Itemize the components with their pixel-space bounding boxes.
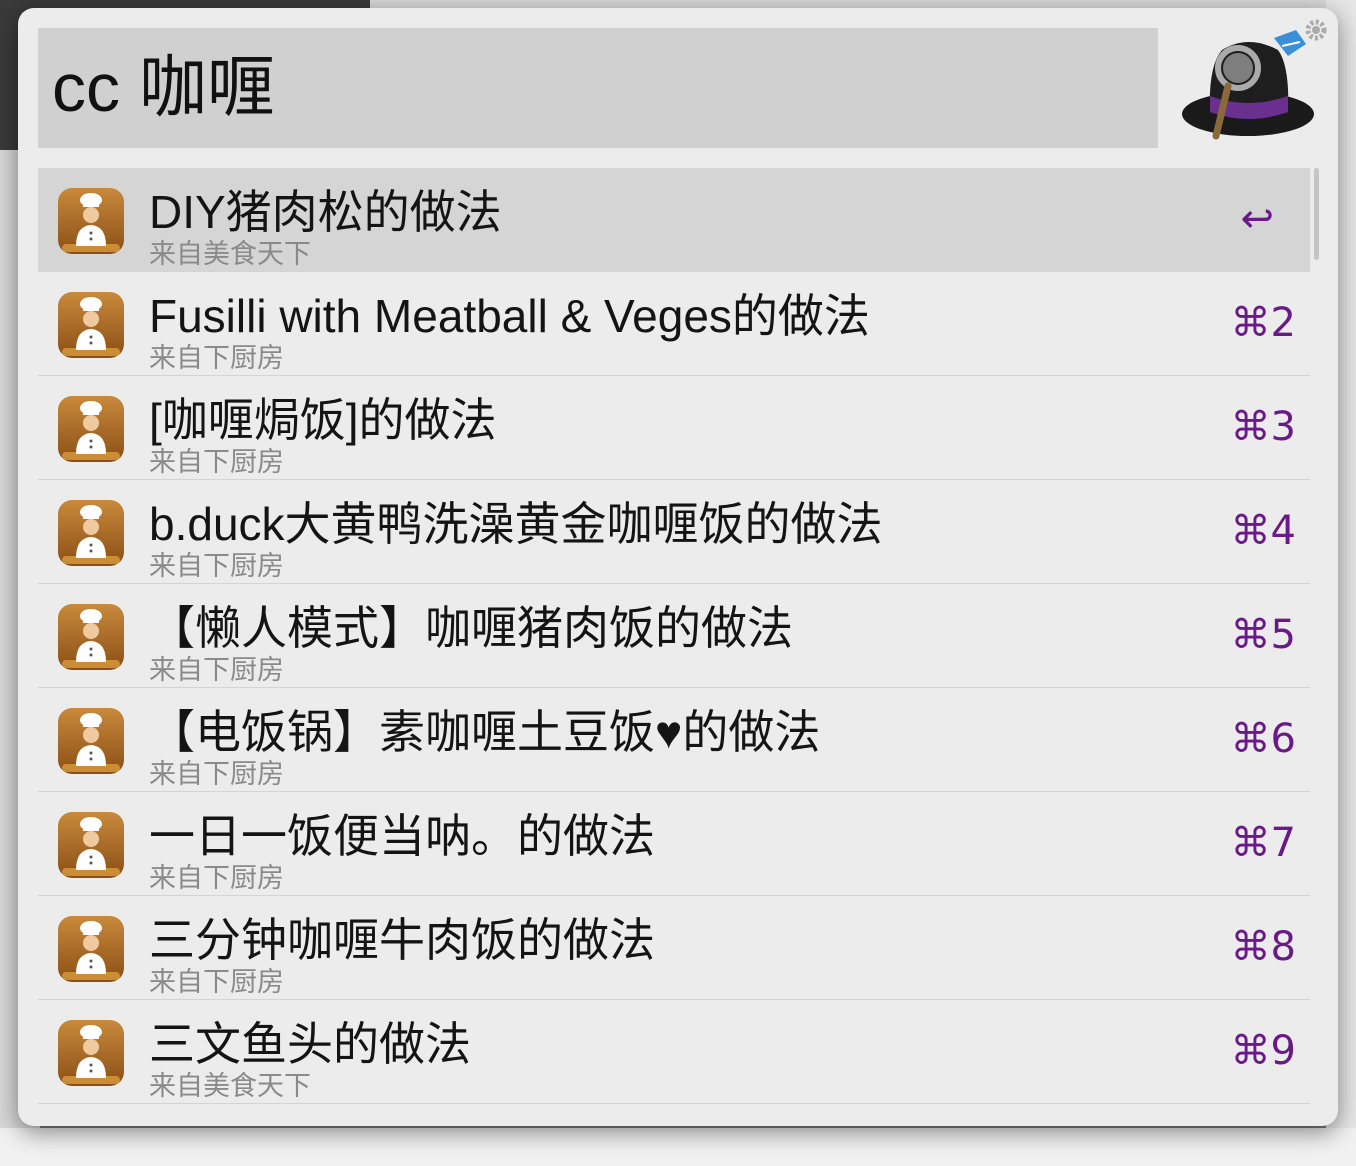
result-subtitle: 来自下厨房 — [149, 759, 284, 789]
result-shortcut: ⌘9 — [1230, 1028, 1296, 1074]
chef-icon — [56, 498, 126, 568]
result-subtitle: 来自下厨房 — [149, 343, 284, 373]
result-shortcut: ⌘8 — [1230, 924, 1296, 970]
result-row[interactable]: 【懒人模式】咖喱猪肉饭的做法 来自下厨房 ⌘5 — [38, 584, 1310, 688]
alfred-hat-icon — [1182, 30, 1314, 140]
result-row[interactable]: [咖喱焗饭]的做法 来自下厨房 ⌘3 — [38, 376, 1310, 480]
result-subtitle: 来自下厨房 — [149, 655, 284, 685]
result-shortcut: ⌘2 — [1230, 300, 1296, 346]
search-box[interactable] — [38, 28, 1158, 148]
search-input[interactable] — [52, 28, 1142, 148]
result-subtitle: 来自下厨房 — [149, 551, 284, 581]
result-shortcut: ⌘7 — [1230, 820, 1296, 866]
chef-icon — [56, 186, 126, 256]
result-row[interactable]: 【电饭锅】素咖喱土豆饭♥的做法 来自下厨房 ⌘6 — [38, 688, 1310, 792]
gear-icon[interactable] — [1304, 18, 1328, 42]
results-scrollbar[interactable] — [1314, 168, 1319, 260]
result-row[interactable]: 一日一饭便当呐。的做法 来自下厨房 ⌘7 — [38, 792, 1310, 896]
result-subtitle: 来自美食天下 — [149, 239, 311, 269]
result-subtitle: 来自下厨房 — [149, 967, 284, 997]
chef-icon — [56, 914, 126, 984]
results-list: DIY猪肉松的做法 来自美食天下 ↩ Fusilli with Meatball &… — [38, 168, 1310, 1104]
chef-icon — [56, 1018, 126, 1088]
chef-icon — [56, 706, 126, 776]
result-row[interactable]: 三文鱼头的做法 来自美食天下 ⌘9 — [38, 1000, 1310, 1104]
result-shortcut: ⌘4 — [1230, 508, 1296, 554]
chef-icon — [56, 810, 126, 880]
chef-icon — [56, 290, 126, 360]
result-subtitle: 来自下厨房 — [149, 863, 284, 893]
result-subtitle: 来自美食天下 — [149, 1071, 311, 1101]
chef-icon — [56, 602, 126, 672]
result-row[interactable]: Fusilli with Meatball & Veges的做法 来自下厨房 ⌘2 — [38, 272, 1310, 376]
result-row[interactable]: 三分钟咖喱牛肉饭的做法 来自下厨房 ⌘8 — [38, 896, 1310, 1000]
result-row[interactable]: DIY猪肉松的做法 来自美食天下 ↩ — [38, 168, 1310, 272]
chef-icon — [56, 394, 126, 464]
alfred-window: DIY猪肉松的做法来自美食天下↩ Fusilli with Meatball &… — [18, 8, 1338, 1126]
result-shortcut: ⌘5 — [1230, 612, 1296, 658]
result-row[interactable]: b.duck大黄鸭洗澡黄金咖喱饭的做法 来自下厨房 ⌘4 — [38, 480, 1310, 584]
background-window-bottom — [0, 1128, 1356, 1166]
enter-shortcut-icon: ↩ — [1240, 196, 1274, 242]
result-shortcut: ⌘6 — [1230, 716, 1296, 762]
result-subtitle: 来自下厨房 — [149, 447, 284, 477]
result-shortcut: ⌘3 — [1230, 404, 1296, 450]
